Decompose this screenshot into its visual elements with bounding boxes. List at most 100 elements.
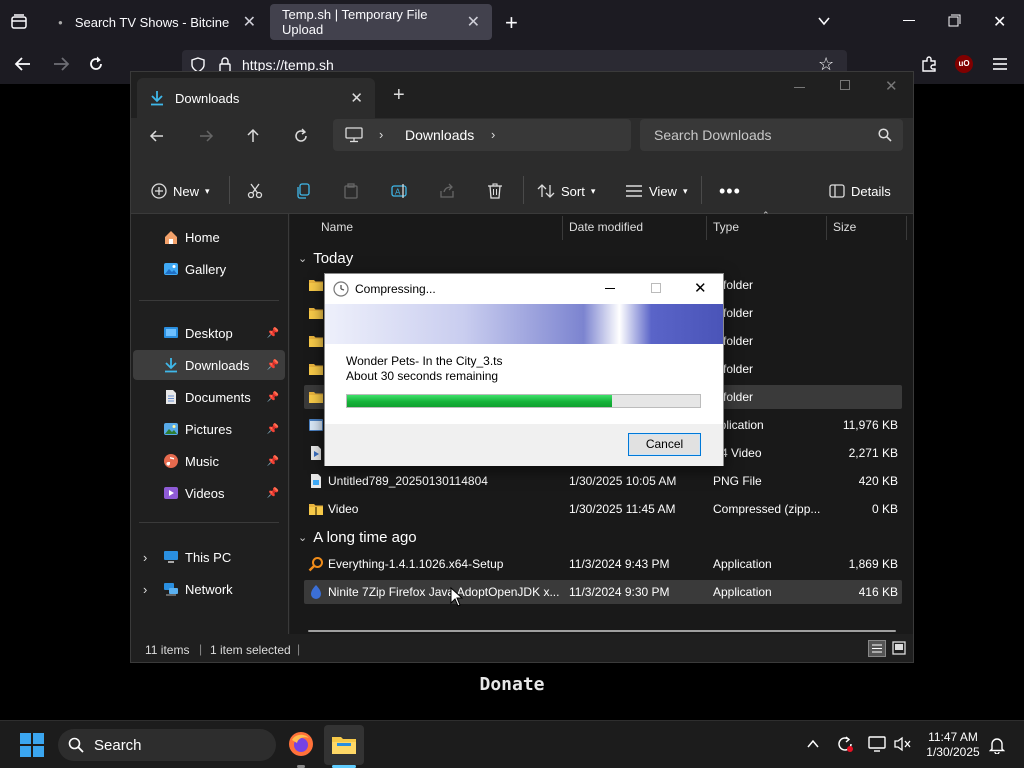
rename-button[interactable]: A	[391, 178, 409, 204]
sidebar-item-home[interactable]: Home	[133, 222, 285, 252]
search-downloads-box[interactable]: Search Downloads	[640, 119, 903, 151]
tab-title: Search TV Shows - Bitcine	[74, 14, 230, 30]
paste-button[interactable]	[343, 178, 359, 204]
firefox-icon[interactable]	[288, 731, 314, 757]
file-date: 11/3/2024 9:30 PM	[569, 585, 670, 599]
more-options-button[interactable]: •••	[719, 178, 741, 204]
sidebar-item-desktop[interactable]: Desktop 📌	[133, 318, 285, 348]
copy-icon	[297, 183, 310, 199]
sidebar-item-music[interactable]: Music 📌	[133, 446, 285, 476]
sidebar-item-gallery[interactable]: Gallery	[133, 254, 285, 284]
cut-button[interactable]	[247, 178, 263, 204]
tab-close-icon[interactable]: ✕	[467, 12, 480, 32]
minimize-icon[interactable]	[605, 288, 615, 289]
sidebar-item-label: Videos	[185, 485, 225, 501]
network-tray-icon[interactable]	[868, 736, 886, 752]
forward-icon[interactable]	[198, 128, 214, 144]
pin-icon[interactable]: 📌	[267, 424, 279, 435]
explorer-tab-downloads[interactable]: Downloads ✕	[137, 78, 375, 118]
search-input[interactable]: Search Downloads	[654, 127, 772, 143]
view-button[interactable]: View ▾	[625, 178, 687, 204]
new-tab-icon[interactable]: +	[505, 10, 518, 36]
chevron-right-icon[interactable]: ›	[143, 550, 147, 565]
restore-icon[interactable]	[948, 14, 961, 27]
forward-icon[interactable]	[52, 55, 70, 73]
file-explorer-taskbar-button[interactable]	[324, 725, 364, 765]
new-tab-icon[interactable]: +	[393, 84, 405, 107]
donate-link[interactable]: Donate	[462, 674, 562, 695]
column-header-date[interactable]: Date modified	[569, 214, 643, 242]
tab-overflow-chevron-icon[interactable]	[816, 13, 832, 29]
sidebar-item-pictures[interactable]: Pictures 📌	[133, 414, 285, 444]
search-icon[interactable]	[878, 128, 892, 142]
horizontal-scrollbar[interactable]	[308, 630, 896, 632]
sidebar-item-videos[interactable]: Videos 📌	[133, 478, 285, 508]
sidebar-item-label: Network	[185, 581, 233, 597]
file-date: 1/30/2025 11:45 AM	[569, 502, 676, 516]
file-row[interactable]: Everything-1.4.1.1026.x64-Setup 11/3/2024…	[304, 552, 902, 576]
close-icon[interactable]: ✕	[694, 279, 707, 297]
up-icon[interactable]	[245, 128, 261, 144]
sidebar-item-downloads[interactable]: Downloads 📌	[133, 350, 285, 380]
taskbar-search[interactable]: Search	[58, 729, 276, 761]
chevron-down-icon: ⌄	[298, 531, 308, 544]
notification-bell-icon[interactable]	[989, 736, 1005, 754]
copy-button[interactable]	[295, 178, 311, 204]
sort-button[interactable]: Sort ▾	[537, 178, 595, 204]
cancel-button[interactable]: Cancel	[628, 433, 701, 456]
sidebar-item-documents[interactable]: Documents 📌	[133, 382, 285, 412]
ublock-icon[interactable]: uO	[955, 55, 973, 73]
maximize-icon[interactable]	[840, 80, 850, 90]
pin-icon[interactable]: 📌	[267, 488, 279, 499]
browser-tab-bitcine[interactable]: ● Search TV Shows - Bitcine ✕	[46, 4, 268, 40]
pin-icon[interactable]: 📌	[267, 360, 279, 371]
tiles-view-icon[interactable]	[891, 640, 907, 656]
reload-icon[interactable]	[87, 55, 105, 73]
tray-overflow-chevron-icon[interactable]	[806, 737, 820, 751]
file-row[interactable]: Video 1/30/2025 11:45 AM Compressed (zipp.…	[304, 497, 902, 521]
chevron-right-icon[interactable]: ›	[491, 127, 495, 142]
group-header-today[interactable]: ⌄ Today	[298, 247, 353, 269]
pin-icon[interactable]: 📌	[267, 456, 279, 467]
browser-tab-tempsh[interactable]: Temp.sh | Temporary File Upload ✕	[270, 4, 492, 40]
column-header-size[interactable]: Size	[833, 214, 856, 242]
taskbar-clock[interactable]: 11:47 AM 1/30/2025	[920, 730, 986, 760]
sidebar-item-this-pc[interactable]: › This PC	[133, 542, 285, 572]
sidebar-item-network[interactable]: › Network	[133, 574, 285, 604]
column-header-type[interactable]: Type	[713, 214, 739, 242]
back-icon[interactable]	[14, 55, 32, 73]
folder-icon	[332, 737, 356, 754]
tab-list-icon[interactable]	[10, 13, 28, 31]
minimize-icon[interactable]	[903, 20, 915, 21]
share-button[interactable]	[439, 178, 455, 204]
extensions-icon[interactable]	[920, 55, 938, 73]
breadcrumb[interactable]: › Downloads ›	[333, 119, 631, 151]
file-row[interactable]: Ninite 7Zip Firefox Java AdoptOpenJDK x.…	[304, 580, 902, 604]
pin-icon[interactable]: 📌	[267, 392, 279, 403]
monitor-icon[interactable]	[345, 127, 363, 143]
details-button[interactable]: Details	[829, 178, 891, 204]
chevron-down-icon: ⌄	[298, 252, 308, 265]
window-close-icon[interactable]: ✕	[885, 77, 898, 95]
volume-muted-icon[interactable]	[894, 736, 912, 752]
breadcrumb-item-downloads[interactable]: Downloads	[405, 127, 474, 143]
sync-icon[interactable]	[836, 735, 854, 753]
tab-close-icon[interactable]: ✕	[350, 89, 363, 107]
start-windows-icon[interactable]	[20, 733, 44, 757]
back-icon[interactable]	[149, 128, 165, 144]
details-view-icon[interactable]	[868, 640, 886, 657]
file-row[interactable]: Untitled789_20250130114804 1/30/2025 10:0…	[304, 469, 902, 493]
new-button[interactable]: New ▾	[151, 178, 210, 204]
refresh-icon[interactable]	[293, 128, 309, 144]
window-close-icon[interactable]: ✕	[993, 12, 1006, 32]
minimize-icon[interactable]	[794, 87, 805, 88]
chevron-right-icon[interactable]: ›	[143, 582, 147, 597]
group-header-long-ago[interactable]: ⌄ A long time ago	[298, 526, 417, 548]
file-size: 420 KB	[858, 474, 898, 488]
menu-icon[interactable]	[992, 57, 1008, 71]
dialog-title: Compressing...	[355, 282, 436, 296]
column-header-name[interactable]: Name	[321, 214, 353, 242]
tab-close-icon[interactable]: ✕	[243, 12, 256, 32]
delete-button[interactable]	[487, 178, 503, 204]
pin-icon[interactable]: 📌	[267, 328, 279, 339]
